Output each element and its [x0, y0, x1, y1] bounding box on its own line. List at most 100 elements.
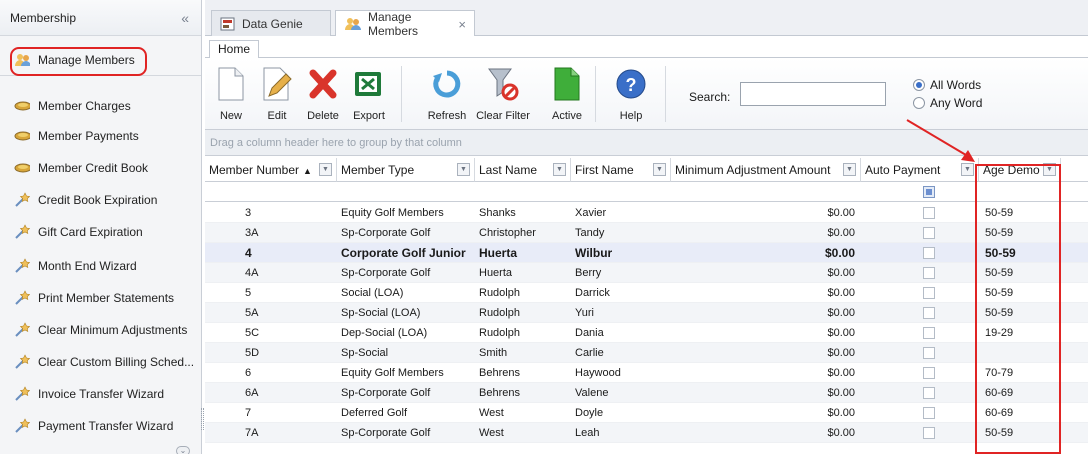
delete-x-icon	[309, 69, 337, 99]
cell-type: Deferred Golf	[341, 407, 408, 419]
excel-icon	[355, 72, 381, 96]
active-button[interactable]: Active	[541, 64, 593, 122]
sidebar-item-credit-book-expiration[interactable]: Credit Book Expiration	[0, 184, 201, 216]
cell-type: Corporate Golf Junior	[341, 246, 466, 260]
wizard-icon	[14, 192, 30, 207]
export-button[interactable]: Export	[343, 64, 395, 122]
refresh-icon	[433, 70, 461, 98]
tab-home[interactable]: Home	[209, 40, 260, 59]
collapse-icon[interactable]: «	[181, 10, 189, 26]
delete-button[interactable]: Delete	[297, 64, 349, 122]
new-button[interactable]: New	[205, 64, 257, 122]
cell-amt: $0.00	[824, 246, 855, 260]
header-label: Last Name	[479, 163, 538, 177]
filter-dropdown-icon[interactable]: ▼	[319, 163, 332, 176]
sidebar-item-member-payments[interactable]: Member Payments	[0, 120, 201, 152]
filter-dropdown-icon[interactable]: ▼	[457, 163, 470, 176]
sidebar-item-label: Month End Wizard	[38, 259, 137, 273]
column-header-member-number[interactable]: Member Number ▲ ▼	[205, 158, 337, 182]
auto-payment-checkbox[interactable]	[923, 307, 935, 319]
tab-label: Data Genie	[242, 16, 303, 31]
filter-dropdown-icon[interactable]: ▼	[653, 163, 666, 176]
splitter-grip[interactable]	[201, 408, 204, 430]
any-word-label: Any Word	[930, 96, 983, 110]
filter-dropdown-icon[interactable]: ▼	[843, 163, 856, 176]
auto-payment-checkbox[interactable]	[923, 267, 935, 279]
auto-payment-checkbox[interactable]	[923, 227, 935, 239]
cell-type: Sp-Corporate Golf	[341, 387, 431, 399]
cell-last: West	[479, 407, 504, 419]
cell-amt: $0.00	[827, 407, 855, 419]
sidebar-item-payment-transfer-wizard[interactable]: Payment Transfer Wizard	[0, 410, 201, 442]
sidebar-item-label: Gift Card Expiration	[38, 225, 143, 239]
header-label: Member Number	[209, 163, 300, 177]
sidebar-item-clear-custom-billing-sched[interactable]: Clear Custom Billing Sched...	[0, 346, 201, 378]
cell-first: Dania	[575, 327, 604, 339]
table-row[interactable]: 3A Sp-Corporate Golf Christopher Tandy $0.00…	[205, 223, 1088, 243]
active-document-icon	[554, 67, 580, 101]
table-row[interactable]: 4 Corporate Golf Junior Huerta Wilbur $0.00 5…	[205, 243, 1088, 263]
sidebar-item-label: Payment Transfer Wizard	[38, 419, 174, 433]
sidebar-item-label: Clear Minimum Adjustments	[38, 323, 188, 337]
wizard-icon	[14, 322, 30, 337]
table-row[interactable]: 7A Sp-Corporate Golf West Leah $0.00 50-59	[205, 423, 1088, 443]
auto-payment-checkbox[interactable]	[923, 347, 935, 359]
tab-manage-members[interactable]: Manage Members ×	[335, 10, 475, 38]
cell-type: Sp-Corporate Golf	[341, 227, 431, 239]
clear-filter-button[interactable]: Clear Filter	[473, 64, 533, 122]
any-word-radio[interactable]: Any Word	[913, 96, 982, 110]
radio-selected-icon	[913, 79, 925, 91]
wizard-icon	[14, 386, 30, 401]
cell-type: Sp-Social	[341, 347, 389, 359]
table-row[interactable]: 5A Sp-Social (LOA) Rudolph Yuri $0.00 50-59	[205, 303, 1088, 323]
sidebar-item-manage-members[interactable]: Manage Members	[0, 44, 201, 76]
auto-payment-checkbox[interactable]	[923, 207, 935, 219]
cell-num: 3	[245, 207, 252, 219]
tab-data-genie[interactable]: Data Genie	[211, 10, 331, 36]
filter-dropdown-icon[interactable]: ▼	[553, 163, 566, 176]
sidebar-item-gift-card-expiration[interactable]: Gift Card Expiration	[0, 216, 201, 248]
column-header-first-name[interactable]: First Name ▼	[571, 158, 671, 182]
cell-num: 6A	[245, 387, 259, 399]
edit-button[interactable]: Edit	[251, 64, 303, 122]
auto-payment-checkbox[interactable]	[923, 247, 935, 259]
auto-payment-checkbox[interactable]	[923, 327, 935, 339]
column-header-minimum-adjustment[interactable]: Minimum Adjustment Amount ▼	[671, 158, 861, 182]
help-icon: ?	[616, 69, 646, 99]
sidebar-item-clear-minimum-adjustments[interactable]: Clear Minimum Adjustments	[0, 314, 201, 346]
auto-payment-checkbox[interactable]	[923, 407, 935, 419]
sidebar-header: Membership «	[0, 0, 201, 36]
auto-payment-checkbox[interactable]	[923, 287, 935, 299]
auto-payment-filter-checkbox[interactable]	[923, 186, 935, 198]
table-row[interactable]: 3 Equity Golf Members Shanks Xavier $0.00 50-…	[205, 203, 1088, 223]
sidebar-item-member-charges[interactable]: Member Charges	[0, 90, 201, 122]
table-row[interactable]: 4A Sp-Corporate Golf Huerta Berry $0.00 50-59	[205, 263, 1088, 283]
column-header-last-name[interactable]: Last Name ▼	[475, 158, 571, 182]
sidebar-item-print-member-statements[interactable]: Print Member Statements	[0, 282, 201, 314]
auto-payment-checkbox[interactable]	[923, 427, 935, 439]
help-button[interactable]: ? Help	[605, 64, 657, 122]
help-label: Help	[619, 110, 643, 122]
filter-row[interactable]	[205, 182, 1088, 202]
cell-last: Huerta	[479, 246, 518, 260]
table-row[interactable]: 6A Sp-Corporate Golf Behrens Valene $0.00 60-…	[205, 383, 1088, 403]
table-row[interactable]: 5D Sp-Social Smith Carlie $0.00	[205, 343, 1088, 363]
table-row[interactable]: 5C Dep-Social (LOA) Rudolph Dania $0.00 19-29	[205, 323, 1088, 343]
scroll-down-icon[interactable]: ⌄	[176, 446, 190, 454]
sidebar-item-member-credit-book[interactable]: Member Credit Book	[0, 152, 201, 184]
edit-pencil-icon	[263, 67, 292, 101]
table-row[interactable]: 7 Deferred Golf West Doyle $0.00 60-69	[205, 403, 1088, 423]
auto-payment-checkbox[interactable]	[923, 367, 935, 379]
close-icon[interactable]: ×	[458, 17, 466, 32]
search-input[interactable]	[740, 82, 886, 106]
sidebar-item-month-end-wizard[interactable]: Month End Wizard	[0, 250, 201, 282]
sidebar-item-invoice-transfer-wizard[interactable]: Invoice Transfer Wizard	[0, 378, 201, 410]
refresh-button[interactable]: Refresh	[421, 64, 473, 122]
cell-first: Yuri	[575, 307, 594, 319]
cell-last: Behrens	[479, 367, 520, 379]
table-row[interactable]: 6 Equity Golf Members Behrens Haywood $0.00 7…	[205, 363, 1088, 383]
auto-payment-checkbox[interactable]	[923, 387, 935, 399]
table-row[interactable]: 5 Social (LOA) Rudolph Darrick $0.00 50-59	[205, 283, 1088, 303]
column-header-member-type[interactable]: Member Type ▼	[337, 158, 475, 182]
all-words-radio[interactable]: All Words	[913, 78, 981, 92]
